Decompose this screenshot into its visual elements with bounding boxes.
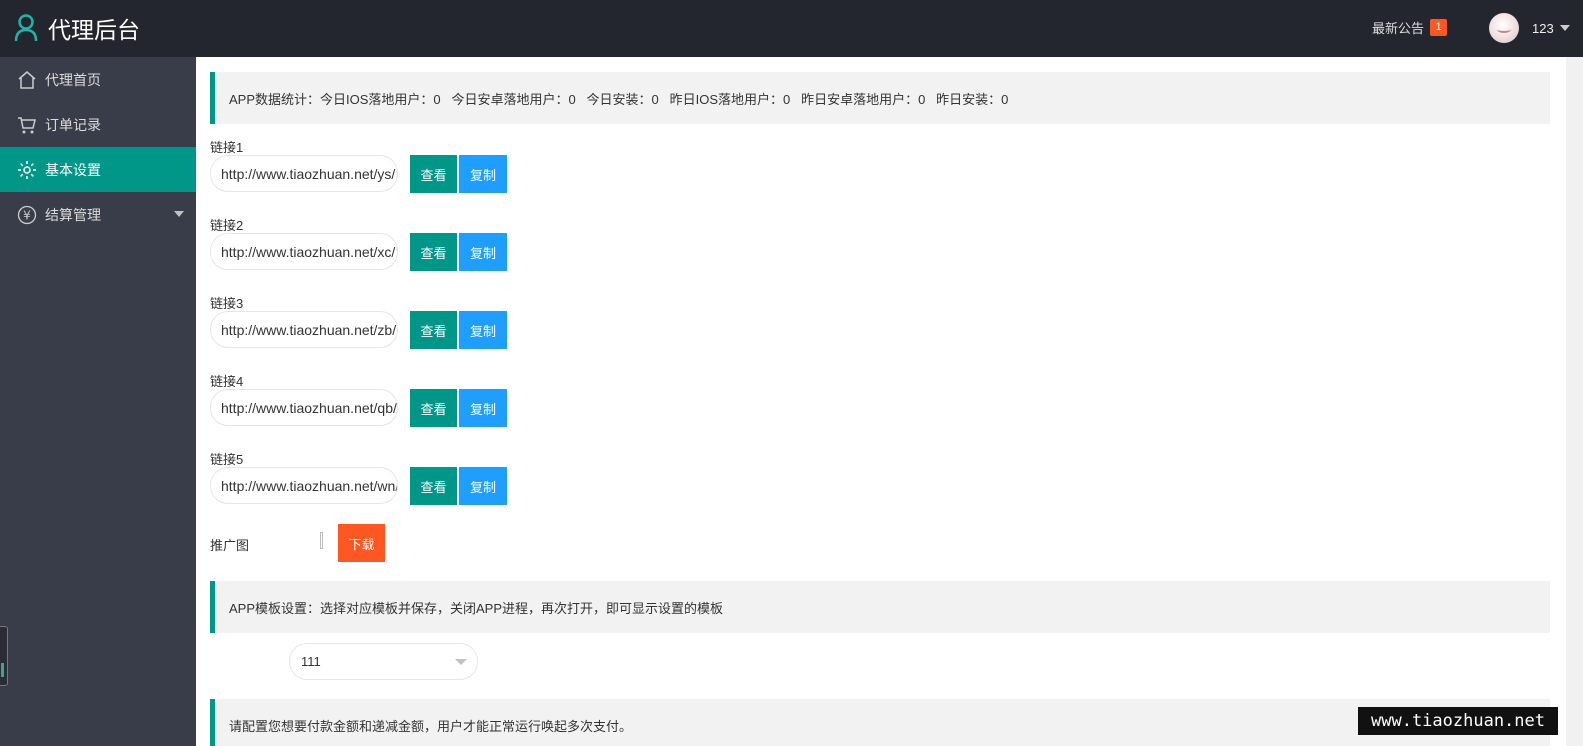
- stats-text: APP数据统计：今日IOS落地用户：0 今日安卓落地用户：0 今日安装：0 昨日…: [229, 91, 1009, 107]
- chevron-down-icon: [455, 659, 467, 665]
- sidebar-item-settings[interactable]: 基本设置: [0, 147, 196, 192]
- sidebar-item-label: 代理首页: [45, 71, 101, 88]
- watermark: www.tiaozhuan.net: [1358, 707, 1558, 735]
- template-notice: APP模板设置：选择对应模板并保存，关闭APP进程，再次打开，即可显示设置的模板: [210, 581, 1550, 633]
- view-button-1[interactable]: 查看: [410, 155, 457, 193]
- link-input-4[interactable]: [210, 389, 398, 426]
- yen-icon: ¥: [17, 205, 37, 225]
- sidebar-item-settlement[interactable]: ¥ 结算管理: [0, 192, 196, 237]
- app-logo[interactable]: 代理后台: [14, 12, 140, 44]
- link-input-5[interactable]: [210, 467, 398, 504]
- app-title: 代理后台: [48, 17, 140, 43]
- gear-icon: [17, 160, 37, 180]
- payment-notice: 请配置您想要付款金额和递减金额，用户才能正常运行唤起多次支付。: [210, 699, 1550, 746]
- link-label-1: 链接1: [210, 140, 244, 155]
- view-button-3[interactable]: 查看: [410, 311, 457, 349]
- link-label-5: 链接5: [210, 452, 244, 467]
- template-select[interactable]: 111: [289, 643, 478, 680]
- sidebar-item-home[interactable]: 代理首页: [0, 57, 196, 102]
- sidebar-scroll-handle[interactable]: [0, 626, 8, 686]
- cart-icon: [17, 115, 37, 135]
- user-icon: [14, 14, 38, 42]
- username: 123: [1532, 20, 1554, 36]
- sidebar-item-label: 订单记录: [45, 116, 101, 133]
- link-label-3: 链接3: [210, 296, 244, 311]
- avatar: [1489, 13, 1519, 43]
- sidebar: 代理首页 订单记录 基本设置 ¥ 结算管理: [0, 57, 196, 746]
- copy-button-3[interactable]: 复制: [459, 311, 507, 349]
- chevron-down-icon: [1559, 25, 1570, 31]
- main-content: APP数据统计：今日IOS落地用户：0 今日安卓落地用户：0 今日安装：0 昨日…: [196, 57, 1583, 746]
- copy-button-4[interactable]: 复制: [459, 389, 507, 427]
- copy-button-5[interactable]: 复制: [459, 467, 507, 505]
- sidebar-item-orders[interactable]: 订单记录: [0, 102, 196, 147]
- link-input-1[interactable]: [210, 155, 398, 192]
- home-icon: [17, 70, 37, 90]
- payment-notice-text: 请配置您想要付款金额和递减金额，用户才能正常运行唤起多次支付。: [229, 718, 633, 734]
- promo-image: [320, 532, 323, 549]
- view-button-2[interactable]: 查看: [410, 233, 457, 271]
- promo-label: 推广图: [210, 538, 250, 553]
- notice-label: 最新公告: [1372, 21, 1425, 36]
- copy-button-1[interactable]: 复制: [459, 155, 507, 193]
- link-input-2[interactable]: [210, 233, 398, 270]
- stats-notice: APP数据统计：今日IOS落地用户：0 今日安卓落地用户：0 今日安装：0 昨日…: [210, 72, 1550, 124]
- copy-button-2[interactable]: 复制: [459, 233, 507, 271]
- page-scrollbar[interactable]: [1566, 57, 1583, 746]
- view-button-5[interactable]: 查看: [410, 467, 457, 505]
- link-input-3[interactable]: [210, 311, 398, 348]
- chevron-down-icon: [174, 211, 184, 217]
- sidebar-item-label: 结算管理: [45, 206, 101, 223]
- link-label-2: 链接2: [210, 218, 244, 233]
- link-label-4: 链接4: [210, 374, 244, 389]
- template-selected-value: 111: [301, 654, 321, 669]
- svg-text:¥: ¥: [23, 208, 31, 222]
- view-button-4[interactable]: 查看: [410, 389, 457, 427]
- sidebar-item-label: 基本设置: [45, 161, 101, 178]
- user-menu[interactable]: 123: [1489, 13, 1570, 43]
- top-header: 代理后台 最新公告 1 123: [0, 0, 1583, 57]
- download-button[interactable]: 下载: [338, 524, 385, 562]
- notice-link[interactable]: 最新公告 1: [1372, 18, 1448, 37]
- template-notice-text: APP模板设置：选择对应模板并保存，关闭APP进程，再次打开，即可显示设置的模板: [229, 600, 724, 616]
- notice-count-badge: 1: [1430, 19, 1448, 36]
